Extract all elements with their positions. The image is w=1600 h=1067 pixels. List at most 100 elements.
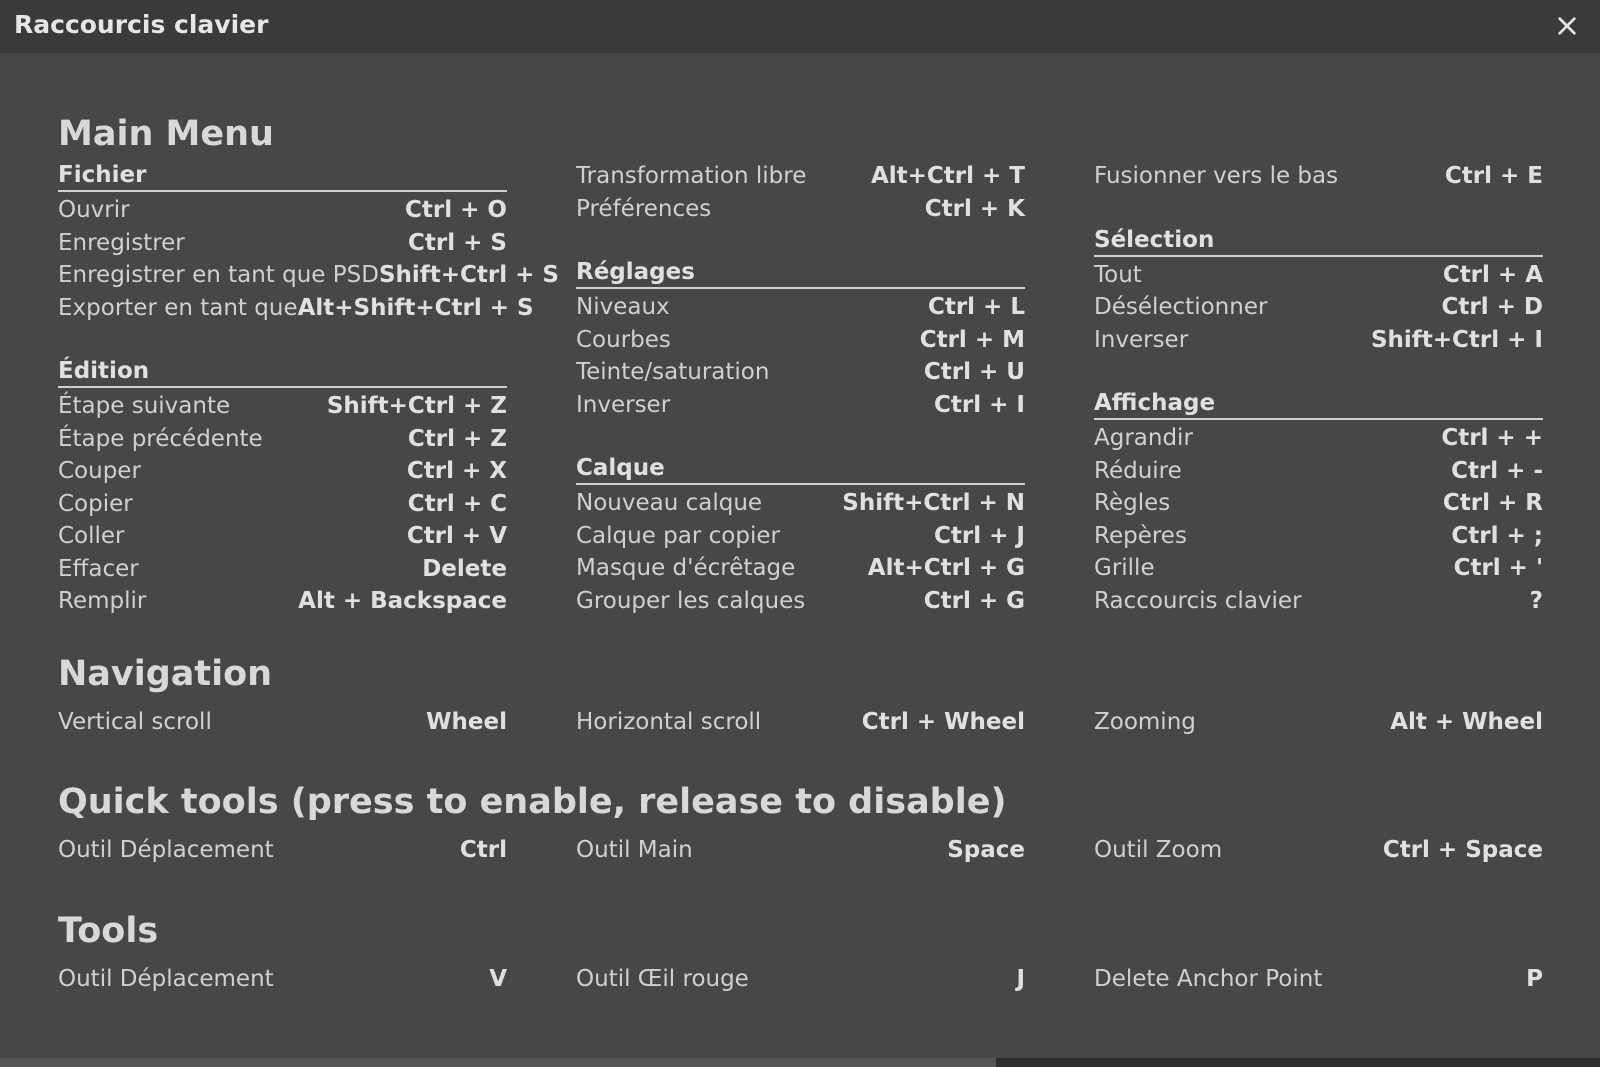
group-selection: Sélection Tout Ctrl + A Désélectionner Ctr…	[1094, 225, 1543, 357]
shortcut-key: Ctrl + ;	[1451, 522, 1543, 549]
shortcut-key: Ctrl + K	[924, 195, 1025, 222]
shortcut-key: Alt + Backspace	[298, 588, 507, 615]
shortcut-row: Étape suivante Shift+Ctrl + Z	[58, 390, 507, 423]
shortcut-key: Ctrl + S	[408, 229, 507, 256]
shortcut-row: Fusionner vers le bas Ctrl + E	[1094, 160, 1543, 193]
shortcut-label: Outil Zoom	[1094, 837, 1223, 864]
group-fichier: Fichier Ouvrir Ctrl + O Enregistrer Ctrl +…	[58, 160, 559, 325]
shortcut-key: Ctrl + I	[934, 391, 1025, 418]
shortcut-key: Delete	[422, 555, 507, 582]
section-columns: Outil Déplacement Ctrl Outil Main Space Ou…	[58, 834, 1544, 867]
shortcut-label: Inverser	[1094, 326, 1189, 353]
column-1: Outil Déplacement V	[58, 963, 507, 996]
shortcut-row: Calque par copier Ctrl + J	[576, 520, 1025, 553]
shortcut-row: Coller Ctrl + V	[58, 520, 507, 553]
shortcut-row: Courbes Ctrl + M	[576, 324, 1025, 357]
column-3: Fusionner vers le bas Ctrl + E Sélection …	[1094, 160, 1543, 618]
shortcut-label: Grille	[1094, 555, 1155, 582]
shortcut-label: Calque par copier	[576, 522, 780, 549]
shortcut-label: Exporter en tant que	[58, 294, 298, 321]
column-1: Vertical scroll Wheel	[58, 706, 507, 739]
shortcut-row: Outil Œil rouge J	[576, 963, 1025, 996]
shortcut-key: Alt+Shift+Ctrl + S	[297, 294, 534, 321]
shortcut-key: Ctrl + -	[1451, 457, 1543, 484]
column-2: Transformation libre Alt+Ctrl + T Préfére…	[576, 160, 1025, 618]
section-title: Navigation	[58, 653, 273, 694]
shortcut-key: V	[489, 965, 507, 992]
shortcut-label: Zooming	[1094, 708, 1196, 735]
shortcut-row: Enregistrer en tant que PSD Shift+Ctrl + …	[58, 259, 559, 292]
shortcut-label: Copier	[58, 490, 133, 517]
shortcut-row: Delete Anchor Point P	[1094, 963, 1543, 996]
column-2: Horizontal scroll Ctrl + Wheel	[576, 706, 1025, 739]
shortcut-key: Space	[947, 837, 1025, 864]
shortcut-key: Ctrl + D	[1441, 294, 1543, 321]
shortcut-row: Exporter en tant que Alt+Shift+Ctrl + S	[58, 292, 534, 325]
shortcut-label: Outil Déplacement	[58, 837, 274, 864]
shortcut-key: Ctrl + G	[923, 587, 1025, 614]
shortcut-row: Grouper les calques Ctrl + G	[576, 585, 1025, 618]
shortcut-label: Vertical scroll	[58, 708, 212, 735]
shortcut-label: Transformation libre	[576, 163, 807, 190]
shortcut-key: Ctrl + R	[1442, 490, 1543, 517]
group-title: Calque	[576, 453, 1025, 485]
shortcut-row: Vertical scroll Wheel	[58, 706, 507, 739]
shortcut-label: Coller	[58, 523, 125, 550]
shortcut-key: ?	[1529, 587, 1543, 614]
shortcut-key: Ctrl + Space	[1382, 837, 1543, 864]
group-title: Édition	[58, 356, 507, 388]
shortcut-label: Règles	[1094, 490, 1171, 517]
shortcut-row: Niveaux Ctrl + L	[576, 291, 1025, 324]
column-3: Outil Zoom Ctrl + Space	[1094, 834, 1543, 867]
shortcut-row: Préférences Ctrl + K	[576, 193, 1025, 226]
shortcut-key: Ctrl + A	[1442, 261, 1543, 288]
column-2: Outil Œil rouge J	[576, 963, 1025, 996]
shortcut-key: Shift+Ctrl + Z	[326, 393, 507, 420]
section-quick-tools: Quick tools (press to enable, release to…	[58, 776, 1544, 867]
group-title: Réglages	[576, 257, 1025, 289]
shortcut-row: Raccourcis clavier?	[1094, 585, 1543, 618]
shortcut-row: Désélectionner Ctrl + D	[1094, 291, 1543, 324]
group-affichage: Affichage Agrandir Ctrl + + Réduire Ctrl +…	[1094, 388, 1543, 617]
section-navigation: Navigation Vertical scroll Wheel Horizont…	[58, 648, 1544, 739]
shortcut-key: Wheel	[426, 708, 507, 735]
shortcut-label: Outil Main	[576, 837, 693, 864]
shortcut-label: Effacer	[58, 555, 139, 582]
column-3: Delete Anchor Point P	[1094, 963, 1543, 996]
close-icon[interactable]: ×	[1550, 8, 1584, 42]
section-title: Tools	[58, 910, 159, 951]
shortcut-key: Ctrl + L	[927, 294, 1025, 321]
shortcut-label: Couper	[58, 458, 141, 485]
shortcut-label: Outil Déplacement	[58, 965, 274, 992]
section-columns: Vertical scroll Wheel Horizontal scroll Ct…	[58, 706, 1544, 739]
shortcuts-content: Main Menu Fichier Ouvrir Ctrl + O Enregis…	[58, 108, 1544, 995]
shortcut-label: Remplir	[58, 588, 147, 615]
shortcut-row: Repères Ctrl + ;	[1094, 520, 1543, 553]
shortcut-label: Fusionner vers le bas	[1094, 163, 1339, 190]
shortcut-key: Ctrl + '	[1453, 555, 1543, 582]
shortcut-key: Shift+Ctrl + S	[378, 262, 559, 289]
section-columns: Outil Déplacement V Outil Œil rouge J Dele…	[58, 963, 1544, 996]
shortcut-label: Niveaux	[576, 294, 670, 321]
shortcut-row: Tout Ctrl + A	[1094, 259, 1543, 292]
group-title: Fichier	[58, 160, 507, 192]
shortcut-row: Remplir Alt + Backspace	[58, 585, 507, 618]
shortcut-key: Ctrl + Wheel	[861, 708, 1025, 735]
shortcut-key: Ctrl + +	[1441, 425, 1543, 452]
shortcut-label: Ouvrir	[58, 197, 130, 224]
shortcut-row: Réduire Ctrl + -	[1094, 455, 1543, 488]
shortcut-label: Raccourcis clavier	[1094, 587, 1302, 614]
shortcut-key: Ctrl + C	[407, 490, 507, 517]
shortcut-key: Alt+Ctrl + G	[867, 555, 1025, 582]
shortcut-row: Teinte/saturation Ctrl + U	[576, 356, 1025, 389]
column-1: Fichier Ouvrir Ctrl + O Enregistrer Ctrl +…	[58, 160, 559, 618]
group-title: Affichage	[1094, 388, 1543, 420]
group-misc: Transformation libre Alt+Ctrl + T Préfére…	[576, 160, 1025, 225]
horizontal-scrollbar-thumb[interactable]	[0, 1058, 996, 1067]
group-fusion: Fusionner vers le bas Ctrl + E	[1094, 160, 1543, 193]
shortcut-label: Étape suivante	[58, 393, 231, 420]
shortcut-row: Copier Ctrl + C	[58, 488, 507, 521]
shortcut-key: Ctrl + M	[919, 326, 1025, 353]
section-columns: Fichier Ouvrir Ctrl + O Enregistrer Ctrl +…	[58, 160, 1544, 618]
shortcut-row: Inverser Ctrl + I	[576, 389, 1025, 422]
